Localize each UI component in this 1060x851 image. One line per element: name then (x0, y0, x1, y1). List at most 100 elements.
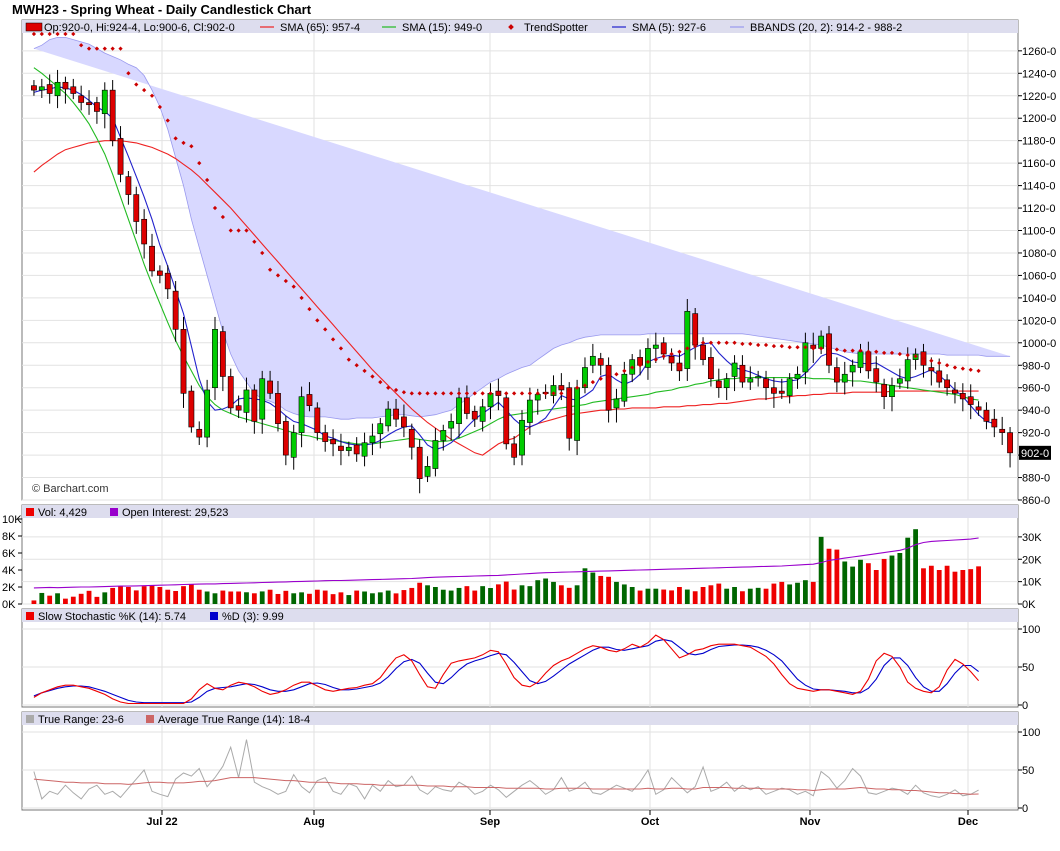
candle-body (456, 397, 462, 424)
candle-body (62, 81, 69, 90)
volume-bar (944, 565, 950, 604)
volume-bar (763, 588, 769, 604)
volume-bar (732, 587, 737, 604)
legend-swatch-candles (25, 22, 43, 32)
volume-bar (165, 589, 171, 604)
price-tick-label: 1240-0 (1022, 68, 1056, 80)
tr-legend-label: True Range: 23-6 (38, 714, 124, 726)
volume-bar (692, 591, 698, 604)
volume-bar (551, 581, 556, 604)
candle-body (259, 378, 266, 420)
candle-body (526, 399, 533, 423)
candle-body (652, 344, 659, 349)
volume-bar (881, 558, 887, 604)
candle-body (873, 368, 880, 383)
candle-body (156, 270, 163, 276)
volume-bar (645, 588, 651, 604)
volume-bar (858, 559, 863, 604)
candle-body (833, 367, 840, 383)
candle-body (101, 89, 108, 115)
volume-bar (669, 590, 674, 604)
volume-bar (842, 561, 848, 604)
price-tick-label: 940-0 (1022, 405, 1050, 417)
candle-body (243, 389, 250, 413)
price-tick-label: 960-0 (1022, 383, 1050, 395)
volume-bar (535, 580, 541, 604)
legend-swatch-tr (26, 715, 34, 723)
volume-bar (921, 568, 926, 604)
volume-bar (826, 548, 832, 604)
oi-legend-label: Open Interest: 29,523 (122, 507, 228, 519)
candle-body (589, 355, 596, 366)
candle-body (212, 329, 218, 389)
volume-bar (39, 592, 45, 604)
candle-body (275, 393, 281, 424)
candle-body (936, 370, 943, 383)
candle-body (432, 440, 439, 469)
candle-body (849, 364, 856, 373)
candle-body (778, 390, 785, 394)
volume-bar (936, 570, 942, 604)
candle-body (440, 430, 447, 441)
volume-tick-label-left: 4K (2, 565, 16, 577)
candle-body (314, 407, 321, 433)
volume-bar (850, 566, 856, 604)
stochastic-d-legend-label: %D (3): 9.99 (222, 611, 284, 623)
volume-bar (543, 578, 549, 604)
volume-bar (488, 588, 493, 604)
volume-bar (464, 586, 470, 604)
candle-body (700, 344, 706, 360)
legend-swatch-volume (26, 508, 34, 516)
price-legend-label: BBANDS (20, 2): 914-2 - 988-2 (750, 22, 902, 34)
legend-swatch-k (26, 612, 34, 620)
candle-body (928, 367, 935, 372)
candle-body (684, 311, 691, 369)
candle-body (235, 405, 242, 411)
volume-bar (472, 590, 478, 604)
candle-body (896, 378, 903, 384)
candle-body (172, 290, 179, 330)
volume-bar (126, 587, 131, 604)
candle-body (991, 418, 998, 428)
price-tick-label: 1160-0 (1022, 158, 1055, 170)
volume-bar (952, 571, 958, 604)
candle-body (353, 444, 360, 455)
volume-bar (346, 595, 352, 604)
candle-body (338, 445, 344, 451)
candle-body (889, 385, 895, 397)
candle-body (944, 379, 950, 389)
candle-body (164, 272, 171, 290)
candle-body (306, 394, 313, 406)
stochastic-panel (21, 608, 1019, 708)
volume-bar (740, 591, 745, 604)
candle-body (31, 85, 37, 91)
candle-body (708, 357, 714, 380)
volume-bar (677, 587, 682, 604)
volume-bar (377, 592, 383, 604)
candle-body (369, 435, 376, 444)
volume-bar (307, 593, 312, 604)
price-tick-label: 1080-0 (1022, 248, 1056, 260)
candle-body (54, 81, 61, 97)
volume-bar (968, 569, 974, 604)
candle-body (975, 406, 982, 411)
volume-bar (779, 581, 785, 604)
stochastic-tick-label: 100 (1022, 624, 1040, 636)
volume-bar (212, 593, 218, 604)
price-legend-label: Op:920-0, Hi:924-4, Lo:900-6, Cl:902-0 (44, 22, 235, 34)
candle-body (747, 378, 754, 383)
volume-bar (110, 587, 116, 604)
volume-bar (897, 553, 903, 604)
volume-bar (480, 586, 486, 604)
candle-body (959, 393, 966, 400)
volume-bar (102, 592, 108, 604)
candle-body (511, 443, 518, 458)
candle-body (408, 428, 415, 448)
volume-bar (330, 594, 336, 604)
candle-body (227, 376, 234, 409)
volume-bar (802, 580, 808, 604)
volume-legend-label: Vol: 4,429 (38, 507, 87, 519)
candle-body (771, 387, 777, 394)
price-tick-label: 880-0 (1022, 473, 1050, 485)
volume-bar (31, 600, 37, 604)
